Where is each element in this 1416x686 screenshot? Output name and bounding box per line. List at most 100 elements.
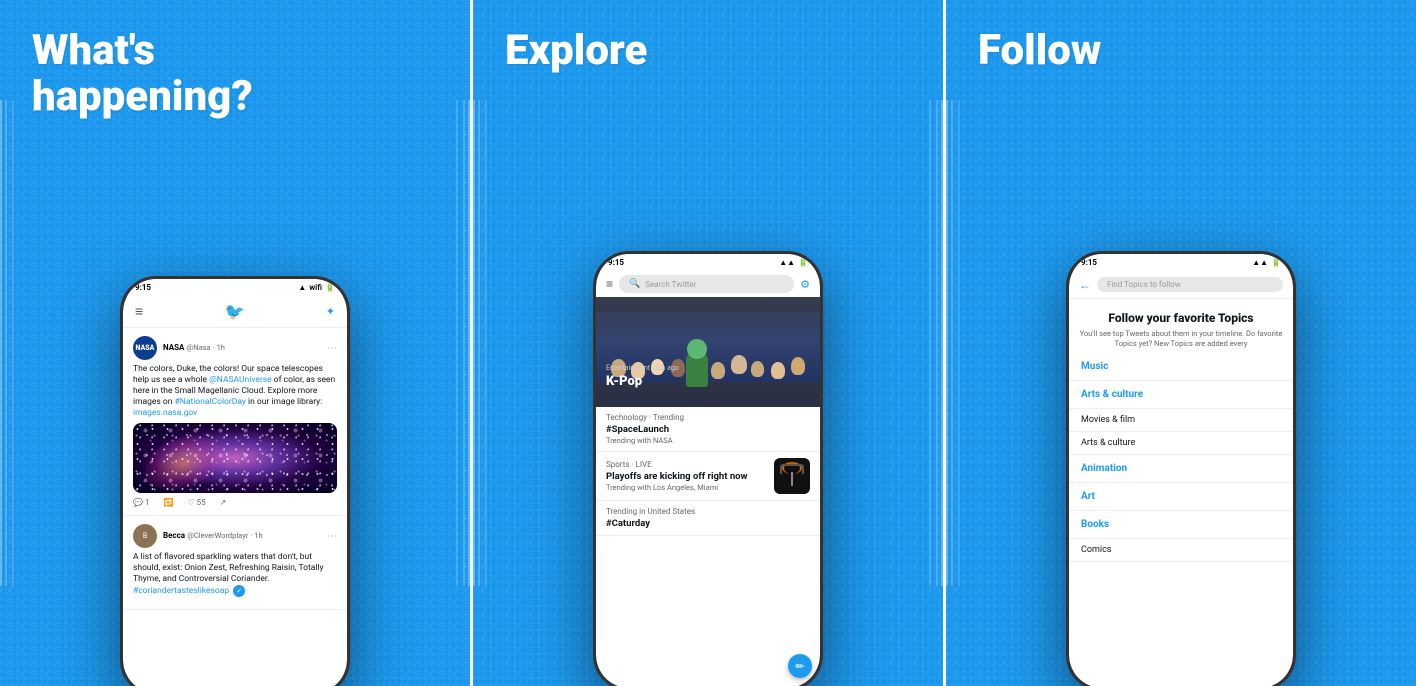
settings-icon[interactable]: ⚙: [800, 278, 810, 291]
verified-badge: ✓: [233, 585, 245, 597]
twitter-header-1: ≡ 🐦 ✦: [123, 296, 347, 328]
share-action[interactable]: ↗: [220, 498, 227, 507]
nasa-handle: @Nasa: [187, 343, 211, 352]
topic-art-label: Art: [1081, 491, 1281, 502]
trending-item-2[interactable]: Sports · LIVE Playoffs are kicking off r…: [596, 452, 820, 501]
status-bar-3: 9:15 ▲▲ 🔋: [1069, 254, 1293, 271]
twitter-logo: 🐦: [225, 302, 245, 321]
wifi-icon: wifi: [309, 283, 322, 292]
signal-icon-2: ▲▲: [779, 258, 795, 267]
topic-music[interactable]: Music: [1069, 353, 1293, 381]
kpop-banner[interactable]: Entertainment · 5m ago K-Pop: [596, 297, 820, 407]
tweet-becca-header: B Becca @CleverWordplayr · 1h ⋯: [133, 524, 337, 548]
like-count: 55: [197, 498, 206, 507]
battery-icon-3: 🔋: [1271, 258, 1281, 267]
reply-icon: 💬: [133, 498, 143, 507]
topic-art[interactable]: Art: [1069, 483, 1293, 511]
status-icons-3: ▲▲ 🔋: [1252, 258, 1281, 267]
phone-mockup-3: 9:15 ▲▲ 🔋 ← Find Topics to follow Follow…: [1066, 251, 1296, 686]
topic-movies-film[interactable]: Movies & film: [1069, 409, 1293, 432]
explore-search-bar[interactable]: 🔍 Search Twitter: [619, 275, 794, 293]
tweet-becca: B Becca @CleverWordplayr · 1h ⋯ A list o…: [123, 516, 347, 610]
becca-author: Becca: [163, 531, 185, 540]
trending-item-3[interactable]: Trending in United States #Caturday: [596, 501, 820, 536]
battery-icon: 🔋: [325, 283, 335, 292]
nasa-link-universe[interactable]: @NASAUniverse: [209, 375, 271, 385]
back-arrow-icon[interactable]: ←: [1079, 278, 1091, 292]
panel-explore: Explore 9:15 ▲▲ 🔋 ≡ 🔍 Search Twitter ⚙: [470, 0, 943, 686]
banner-title: K-Pop: [606, 374, 679, 389]
nasa-author: NASA: [163, 343, 184, 352]
pen-icon: ✏: [795, 660, 804, 673]
panel-follow: Follow 9:15 ▲▲ 🔋 ← Find Topics to follow…: [943, 0, 1416, 686]
nasa-hashtag-color-day[interactable]: #NationalColorDay: [175, 397, 246, 407]
status-bar-1: 9:15 ▲ wifi 🔋: [123, 279, 347, 296]
like-action[interactable]: ♡ 55: [187, 498, 205, 507]
nasa-space-image: [133, 423, 337, 493]
status-icons-2: ▲▲ 🔋: [779, 258, 808, 267]
kpop-banner-label: Entertainment · 5m ago K-Pop: [606, 364, 679, 389]
retweet-icon: 🔁: [163, 498, 173, 507]
glitch-right-decoration: [440, 100, 470, 586]
search-icon: 🔍: [629, 279, 640, 289]
battery-icon-2: 🔋: [798, 258, 808, 267]
phone-screen-1: 9:15 ▲ wifi 🔋 ≡ 🐦 ✦ NASA NASA: [123, 279, 347, 686]
follow-title-section: Follow your favorite Topics You'll see t…: [1069, 299, 1293, 353]
follow-search-header: ← Find Topics to follow: [1069, 271, 1293, 299]
topic-animation-label: Animation: [1081, 463, 1281, 474]
status-time-2: 9:15: [608, 258, 624, 267]
trending-cat-3: Trending in United States: [606, 507, 810, 516]
phone-screen-3: 9:15 ▲▲ 🔋 ← Find Topics to follow Follow…: [1069, 254, 1293, 686]
becca-hashtag[interactable]: #coriandertasteslikesoap: [133, 586, 229, 596]
nasa-avatar: NASA: [133, 336, 157, 360]
status-time-3: 9:15: [1081, 258, 1097, 267]
glitch-left-2: [473, 100, 503, 586]
explore-header: ≡ 🔍 Search Twitter ⚙: [596, 271, 820, 297]
retweet-action[interactable]: 🔁: [163, 498, 173, 507]
becca-avatar: B: [133, 524, 157, 548]
compose-fab[interactable]: ✏: [788, 654, 812, 678]
panel-heading-explore: Explore: [505, 28, 647, 74]
panel-heading: What's happening?: [32, 28, 253, 120]
trending-tag-1: #SpaceLaunch: [606, 424, 810, 435]
nebula-shape: [137, 426, 229, 493]
phone-screen-2: 9:15 ▲▲ 🔋 ≡ 🔍 Search Twitter ⚙: [596, 254, 820, 686]
panel-whats-happening: What's happening? 9:15 ▲ wifi 🔋 ≡ 🐦 ✦: [0, 0, 470, 686]
status-bar-2: 9:15 ▲▲ 🔋: [596, 254, 820, 271]
banner-category: Entertainment · 5m ago: [606, 364, 679, 372]
trending-item-1[interactable]: Technology · Trending #SpaceLaunch Trend…: [596, 407, 820, 452]
nasa-tweet-actions: 💬 1 🔁 ♡ 55 ↗: [133, 498, 337, 507]
hoop-visual: [774, 458, 810, 494]
topic-books-label: Books: [1081, 519, 1281, 530]
nasa-time: · 1h: [213, 343, 225, 352]
trending-sub-1: Trending with NASA: [606, 436, 810, 445]
becca-tweet-text: A list of flavored sparkling waters that…: [133, 552, 337, 597]
trending-cat-2: Sports · LIVE: [606, 460, 768, 469]
topic-arts-sub[interactable]: Arts & culture: [1069, 432, 1293, 455]
trending-tag-3: #Caturday: [606, 518, 810, 529]
tweet-nasa-meta: NASA @Nasa · 1h: [163, 343, 321, 353]
topic-comics[interactable]: Comics: [1069, 539, 1293, 562]
panel-heading-follow: Follow: [978, 28, 1101, 74]
trending-cat-1: Technology · Trending: [606, 413, 810, 422]
hamburger-icon[interactable]: ≡: [135, 303, 143, 320]
topic-animation[interactable]: Animation: [1069, 455, 1293, 483]
glitch-right-2: [913, 100, 943, 586]
topic-books[interactable]: Books: [1069, 511, 1293, 539]
sparkle-icon[interactable]: ✦: [326, 305, 335, 318]
nasa-tweet-text: The colors, Duke, the colors! Our space …: [133, 364, 337, 419]
basketball-image: [774, 458, 810, 494]
reply-action[interactable]: 💬 1: [133, 498, 149, 507]
signal-icon: ▲: [298, 283, 306, 292]
tweet-nasa: NASA NASA @Nasa · 1h ⋯ The colors, Duke,…: [123, 328, 347, 516]
explore-menu-icon[interactable]: ≡: [606, 277, 613, 291]
topic-arts-label: Arts & culture: [1081, 389, 1281, 400]
topic-music-label: Music: [1081, 361, 1281, 372]
becca-tweet-dots[interactable]: ⋯: [327, 531, 337, 542]
topic-arts-culture[interactable]: Arts & culture: [1069, 381, 1293, 409]
nasa-images-link[interactable]: images.nasa.gov: [133, 408, 197, 418]
follow-search-input[interactable]: Find Topics to follow: [1097, 277, 1283, 292]
tweet-dots[interactable]: ⋯: [327, 343, 337, 354]
trending-sub-2: Trending with Los Angeles, Miami: [606, 483, 768, 492]
status-time-1: 9:15: [135, 283, 151, 292]
